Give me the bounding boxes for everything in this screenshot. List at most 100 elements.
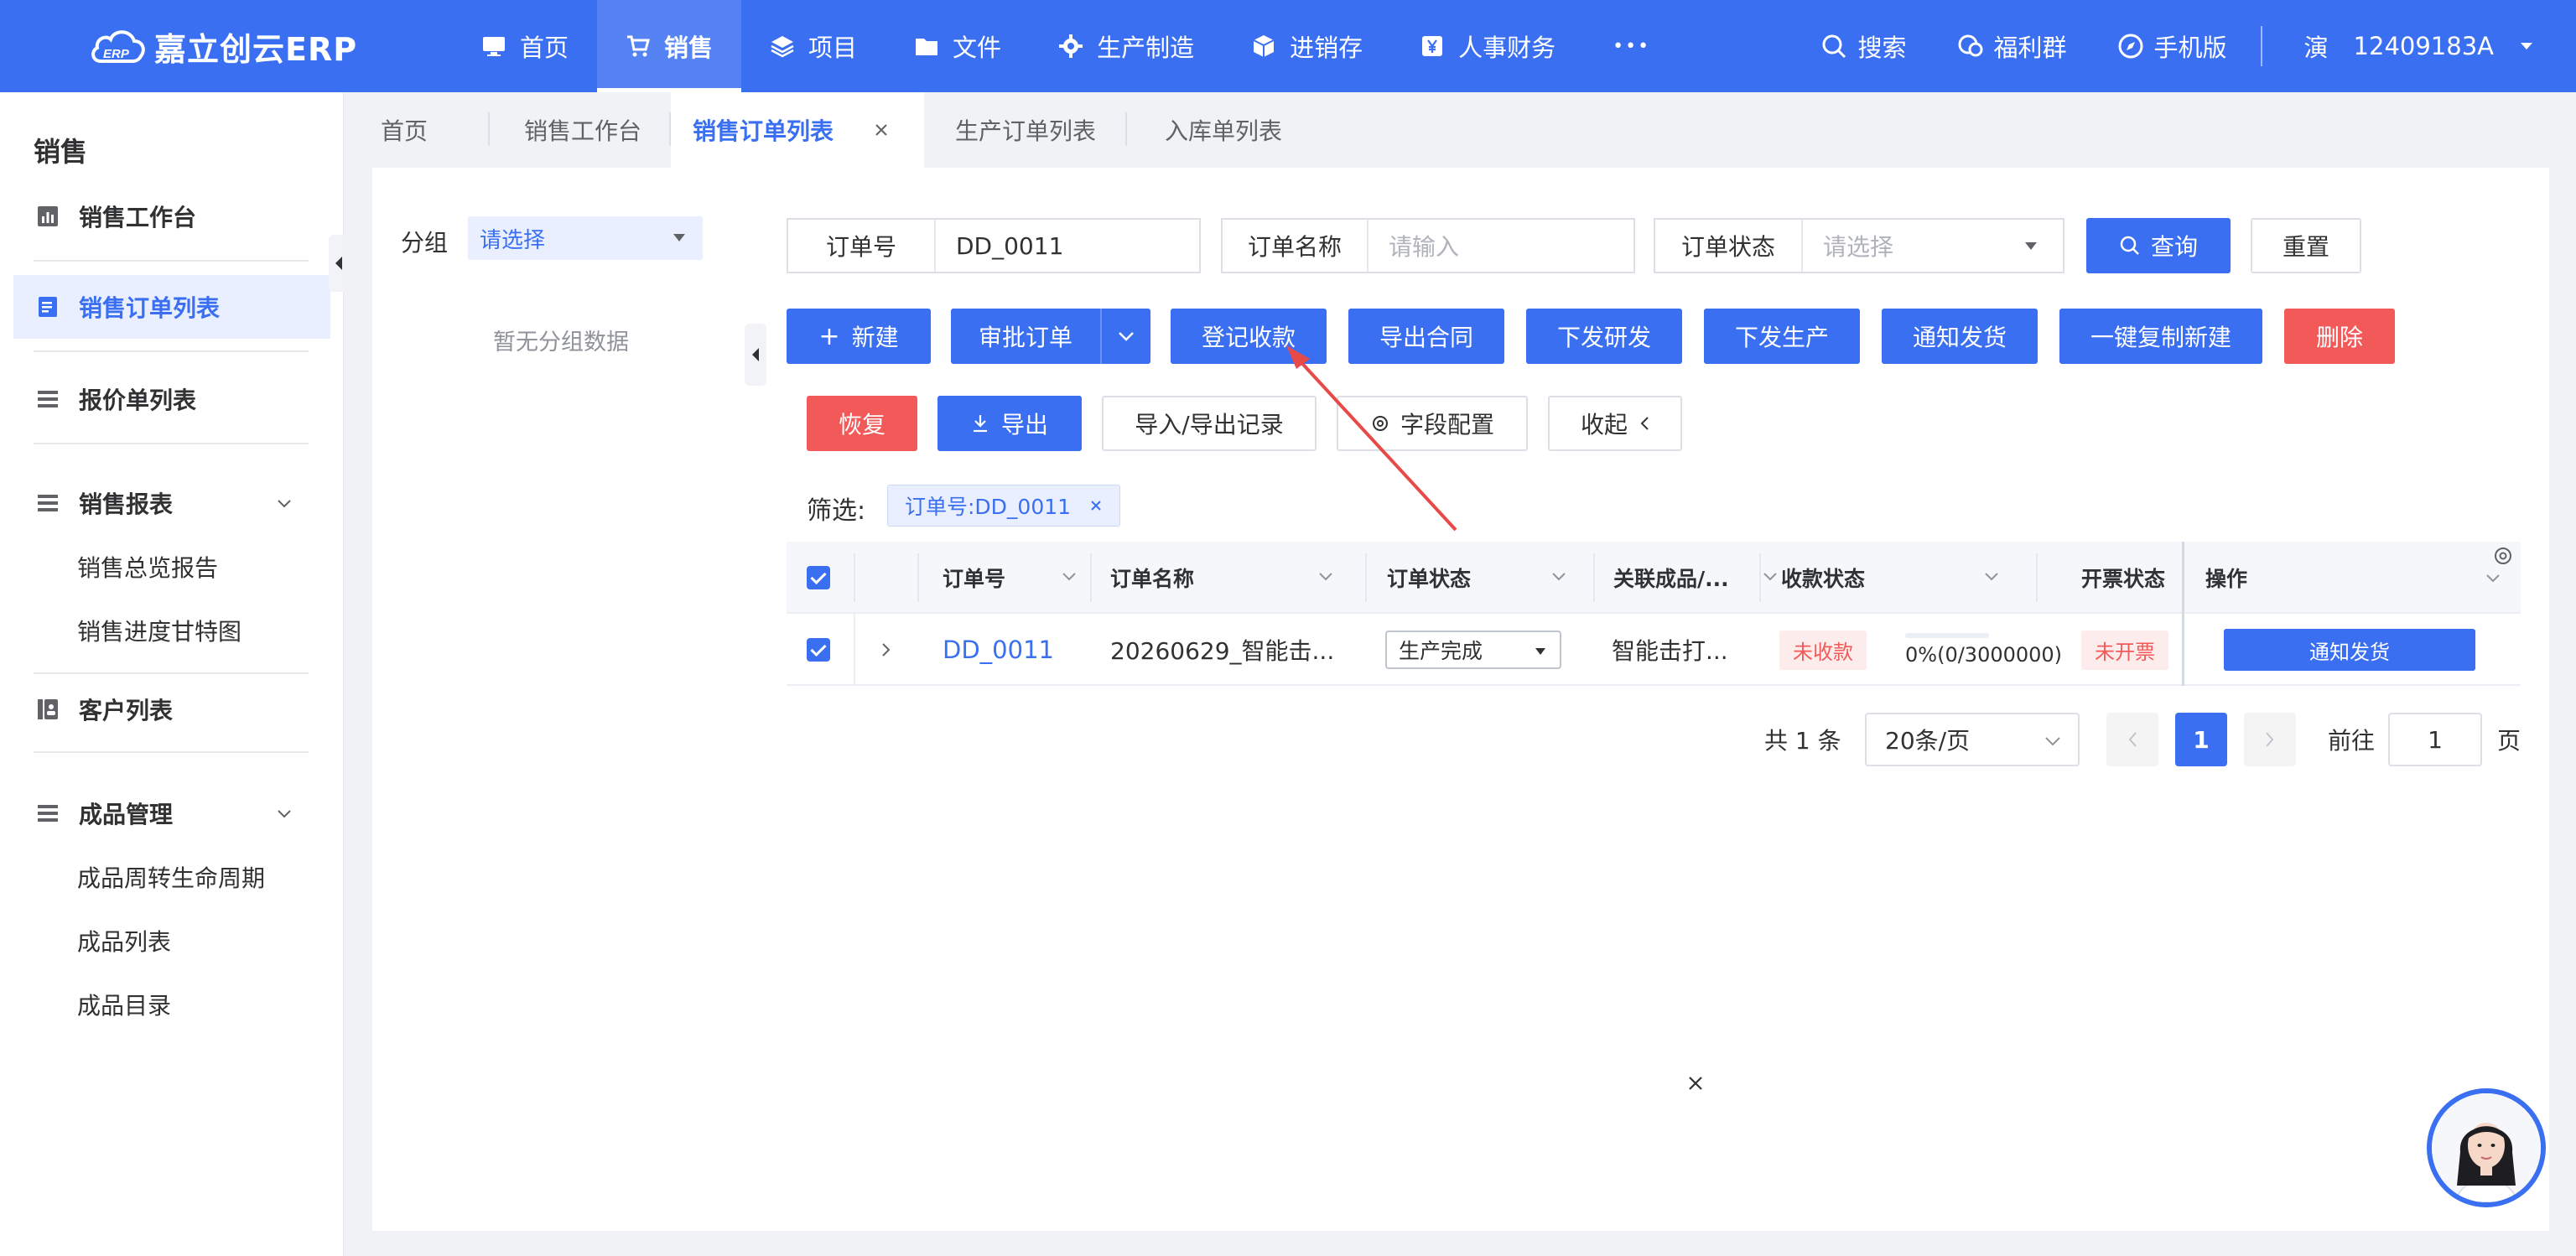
tab-sales-orders[interactable]: 销售订单列表	[671, 92, 924, 168]
order-no-link[interactable]: DD_0011	[943, 614, 1054, 686]
row-expand-toggle[interactable]	[880, 614, 892, 686]
chevron-down-icon	[1119, 332, 1134, 341]
nav-more[interactable]: •••	[1584, 0, 1679, 92]
column-header-payment-status[interactable]: 收款状态	[1781, 542, 2016, 614]
table-row[interactable]: DD_0011 20260629_智能击... 生产完成 智能击打... 未收款…	[787, 614, 2521, 686]
delete-button[interactable]: 删除	[2284, 309, 2395, 364]
restore-button[interactable]: 恢复	[807, 396, 917, 451]
nav-hr-finance[interactable]: 人事财务	[1391, 0, 1584, 92]
welfare-group-tool[interactable]: 福利群	[1932, 29, 2092, 64]
chevron-down-icon	[1552, 573, 1566, 581]
order-status-select[interactable]: 生产完成	[1385, 631, 1561, 669]
column-title: 关联成品/...	[1613, 567, 1729, 591]
search-tool[interactable]: 搜索	[1795, 29, 1931, 64]
sidebar-subitem-sales-gantt[interactable]: 销售进度甘特图	[77, 614, 242, 647]
tab-sales-workbench[interactable]: 销售工作台	[495, 92, 671, 168]
nav-files[interactable]: 文件	[886, 0, 1030, 92]
column-divider	[1090, 553, 1092, 602]
sidebar-item-sales-workbench[interactable]: 销售工作台	[13, 184, 330, 248]
assistant-portrait-icon	[2432, 1093, 2541, 1202]
order-name-field: 订单名称 请输入	[1221, 218, 1635, 273]
chevron-down-icon	[2045, 737, 2060, 746]
group-pane-collapse-toggle[interactable]	[745, 324, 766, 386]
tab-inbound-orders[interactable]: 入库单列表	[1127, 92, 1320, 168]
column-header-order-name[interactable]: 订单名称	[1110, 542, 1355, 614]
close-icon[interactable]	[1089, 499, 1103, 512]
column-header-actions: 操作	[2205, 542, 2507, 614]
nav-manufacturing[interactable]: 生产制造	[1030, 0, 1223, 92]
sidebar-item-sales-reports[interactable]: 销售报表	[13, 471, 330, 535]
compass-icon	[2118, 34, 2143, 59]
new-button[interactable]: + 新建	[787, 309, 931, 364]
mobile-version-tool[interactable]: 手机版	[2092, 29, 2252, 64]
collapse-button[interactable]: 收起	[1548, 396, 1682, 451]
nav-sales[interactable]: 销售	[597, 0, 742, 92]
column-header-invoice-status[interactable]: 开票状态	[2081, 542, 2165, 614]
row-checkbox[interactable]	[807, 614, 830, 686]
assistant-avatar[interactable]	[2427, 1088, 2546, 1207]
sidebar-subitem-sales-overview[interactable]: 销售总览报告	[77, 550, 218, 584]
approve-order-button[interactable]: 审批订单	[951, 309, 1100, 364]
select-all-checkbox[interactable]	[807, 542, 830, 614]
page-size-value: 20条/页	[1885, 727, 1971, 755]
next-page-button[interactable]	[2244, 713, 2296, 766]
column-divider	[2036, 553, 2038, 602]
order-name-input[interactable]: 请输入	[1368, 229, 1459, 262]
group-select[interactable]: 请选择	[468, 216, 703, 260]
order-status-select[interactable]: 请选择	[1803, 229, 1893, 262]
column-header-order-no[interactable]: 订单号	[943, 542, 1093, 614]
download-icon	[973, 415, 987, 433]
gear-icon	[1059, 34, 1083, 58]
reset-button[interactable]: 重置	[2251, 218, 2361, 273]
goto-page-input[interactable]: 1	[2388, 713, 2482, 766]
nav-inventory[interactable]: 进销存	[1223, 0, 1391, 92]
user-menu[interactable]: 演 12409183A	[2271, 29, 2542, 64]
column-header-related-product[interactable]: 关联成品/...	[1613, 542, 1777, 614]
prev-page-button[interactable]	[2106, 713, 2158, 766]
nav-home[interactable]: 首页	[453, 0, 597, 92]
sidebar-subitem-product-list[interactable]: 成品列表	[77, 924, 171, 958]
payment-progress-bar	[1905, 633, 1989, 638]
annotation-arrow	[1286, 345, 1457, 532]
order-no-field: 订单号 DD_0011	[787, 218, 1201, 273]
approve-order-dropdown[interactable]	[1100, 309, 1150, 364]
chevron-down-icon	[1763, 573, 1777, 581]
sidebar-subitem-product-lifecycle[interactable]: 成品周转生命周期	[77, 860, 265, 894]
query-button[interactable]: 查询	[2086, 218, 2231, 273]
chevron-down-icon	[1985, 573, 1998, 581]
column-settings-icon[interactable]	[2492, 545, 2514, 567]
tab-home[interactable]: 首页	[372, 92, 473, 168]
send-production-button[interactable]: 下发生产	[1704, 309, 1860, 364]
column-header-order-status[interactable]: 订单状态	[1387, 542, 1588, 614]
brand-logo[interactable]: ERP 嘉立创云ERP	[89, 22, 357, 70]
page-number-current[interactable]: 1	[2175, 713, 2227, 766]
order-name-cell: 20260629_智能击...	[1110, 637, 1335, 665]
copy-new-button[interactable]: 一键复制新建	[2059, 309, 2262, 364]
page-size-select[interactable]: 20条/页	[1865, 713, 2080, 766]
sidebar-item-product-management[interactable]: 成品管理	[13, 781, 330, 845]
sidebar-title: 销售	[34, 136, 88, 168]
sidebar-subitem-product-catalog[interactable]: 成品目录	[77, 988, 171, 1021]
export-button[interactable]: 导出	[937, 396, 1082, 451]
collapse-label: 收起	[1580, 411, 1628, 439]
list-icon	[38, 495, 58, 511]
close-icon[interactable]	[1687, 1075, 1704, 1092]
sidebar-item-quotations[interactable]: 报价单列表	[13, 367, 330, 431]
chevron-right-icon	[882, 643, 891, 657]
column-divider	[1759, 553, 1761, 602]
sidebar-divider	[34, 443, 309, 444]
notify-ship-button[interactable]: 通知发货	[1882, 309, 2038, 364]
sidebar-item-sales-orders[interactable]: 销售订单列表	[13, 275, 330, 339]
close-icon[interactable]	[874, 122, 889, 138]
send-rd-button[interactable]: 下发研发	[1526, 309, 1682, 364]
payment-status-cell: 未收款	[1779, 614, 1867, 686]
order-no-input[interactable]: DD_0011	[936, 232, 1063, 260]
main-nav: 首页 销售 项目 文件 生产制造 进销存 人事财务 •••	[453, 0, 1679, 92]
sidebar-item-customers[interactable]: 客户列表	[13, 677, 330, 741]
tab-production-orders[interactable]: 生产订单列表	[924, 92, 1127, 168]
layers-icon	[771, 36, 794, 58]
nav-project[interactable]: 项目	[741, 0, 886, 92]
caret-down-icon	[2025, 242, 2037, 250]
row-notify-ship-button[interactable]: 通知发货	[2224, 629, 2475, 671]
order-name-label: 订单名称	[1223, 220, 1368, 272]
